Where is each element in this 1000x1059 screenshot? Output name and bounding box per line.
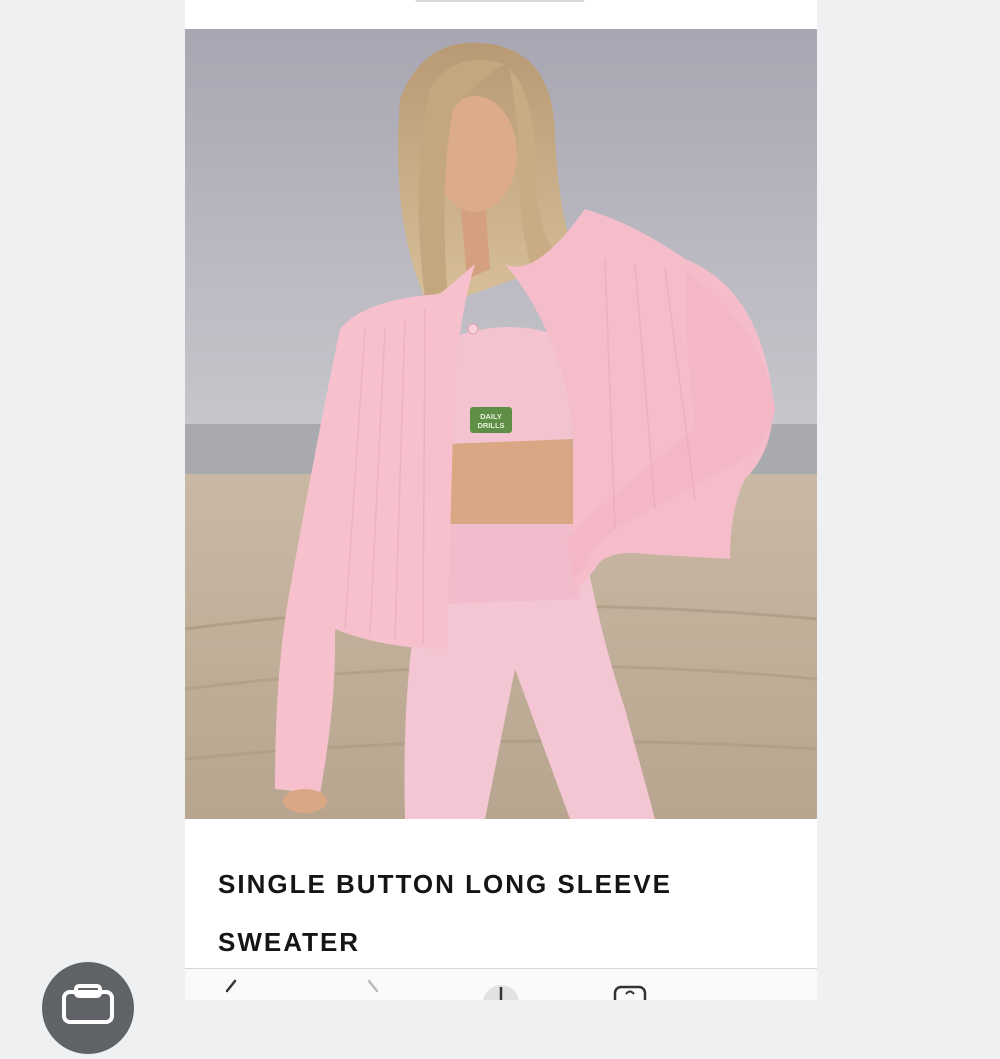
share-icon bbox=[483, 985, 519, 1000]
chevron-right-icon bbox=[367, 979, 379, 993]
logo-badge-text: DAILY bbox=[480, 412, 502, 421]
floating-camera-button[interactable] bbox=[42, 962, 134, 1054]
top-bar-cutoff-content bbox=[415, 0, 585, 2]
camera-icon bbox=[62, 984, 114, 1024]
product-page: DAILY DRILLS SINGLE BUTTON LONG SLEEVE S… bbox=[185, 0, 817, 1000]
top-bar bbox=[185, 0, 817, 29]
svg-text:DRILLS: DRILLS bbox=[477, 421, 504, 430]
share-button[interactable] bbox=[481, 977, 521, 1000]
tabs-button[interactable] bbox=[611, 977, 651, 1000]
browser-toolbar bbox=[185, 968, 817, 1000]
tabs-icon bbox=[613, 985, 647, 1000]
forward-button[interactable] bbox=[355, 977, 395, 1000]
product-title: SINGLE BUTTON LONG SLEEVE SWEATER bbox=[218, 869, 673, 957]
back-button[interactable] bbox=[213, 977, 253, 1000]
product-photo-illustration: DAILY DRILLS bbox=[185, 29, 817, 819]
chevron-left-icon bbox=[225, 979, 237, 993]
product-image[interactable]: DAILY DRILLS bbox=[185, 29, 817, 819]
